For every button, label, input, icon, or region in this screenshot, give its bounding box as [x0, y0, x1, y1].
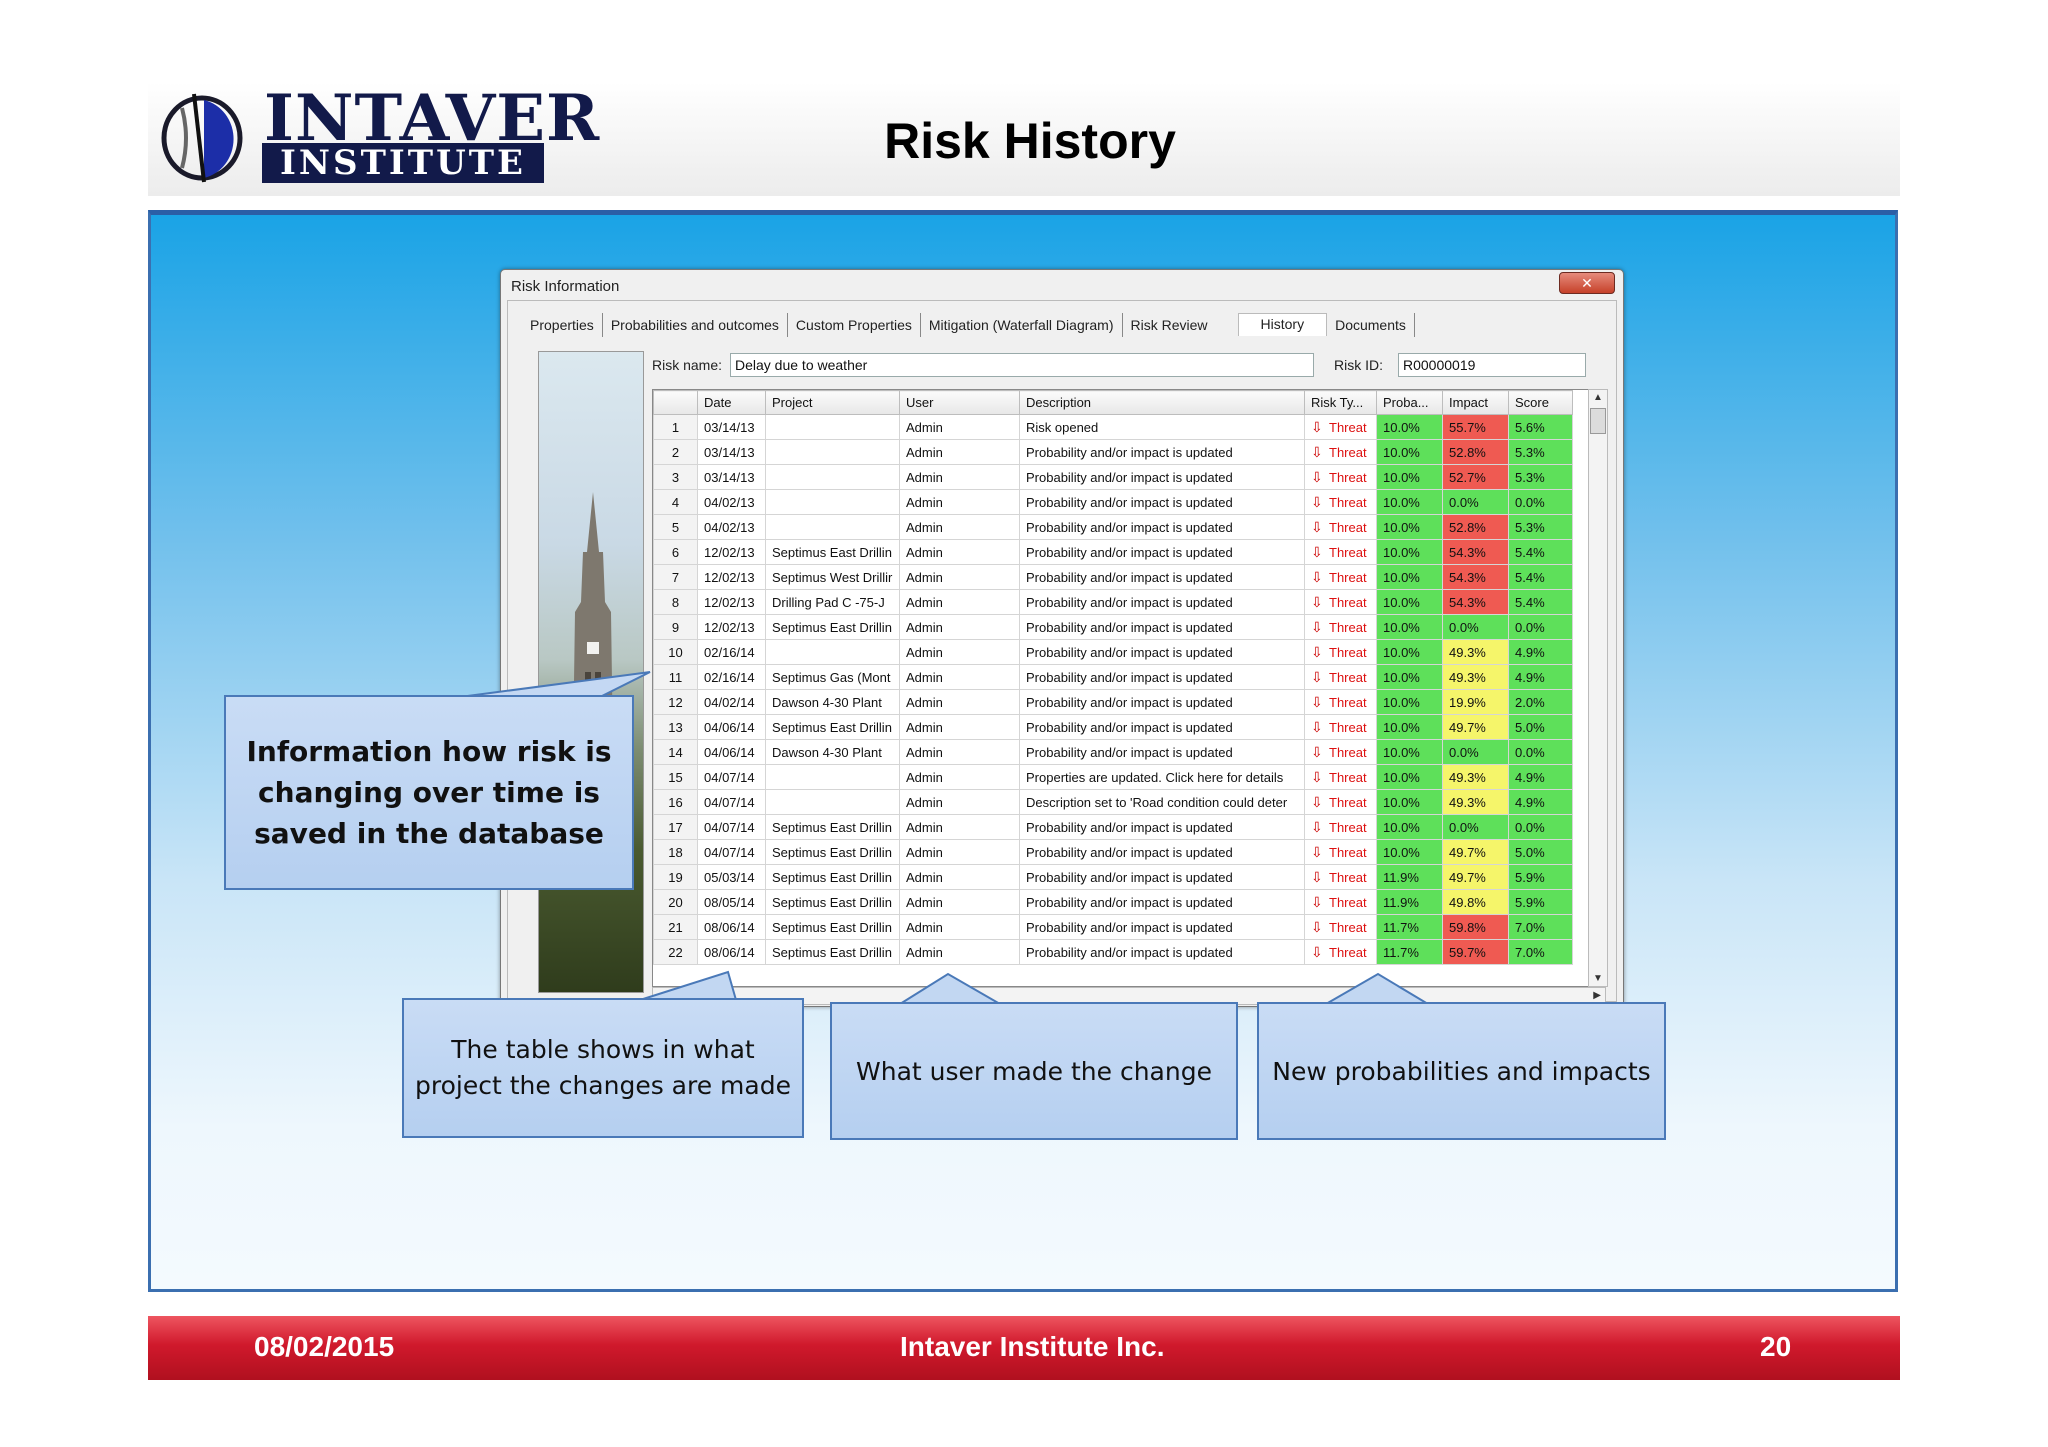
callout-project: The table shows in what project the chan… [402, 998, 804, 1138]
project-callout-pointer [639, 970, 738, 1001]
user-callout-pointer [896, 972, 1004, 1005]
footer-company: Intaver Institute Inc. [900, 1331, 1165, 1362]
footer-date: 08/02/2015 [254, 1331, 395, 1362]
footer-page-number: 20 [1760, 1331, 1792, 1362]
left-callout-pointer [459, 671, 651, 698]
callout-history-info: Information how risk is changing over ti… [224, 695, 634, 890]
callout-probabilities: New probabilities and impacts [1257, 1002, 1666, 1140]
footer-bar: 08/02/2015 Intaver Institute Inc. 20 [148, 1316, 1900, 1380]
callout-user: What user made the change [830, 1002, 1238, 1140]
probabilities-callout-pointer [1322, 972, 1432, 1005]
